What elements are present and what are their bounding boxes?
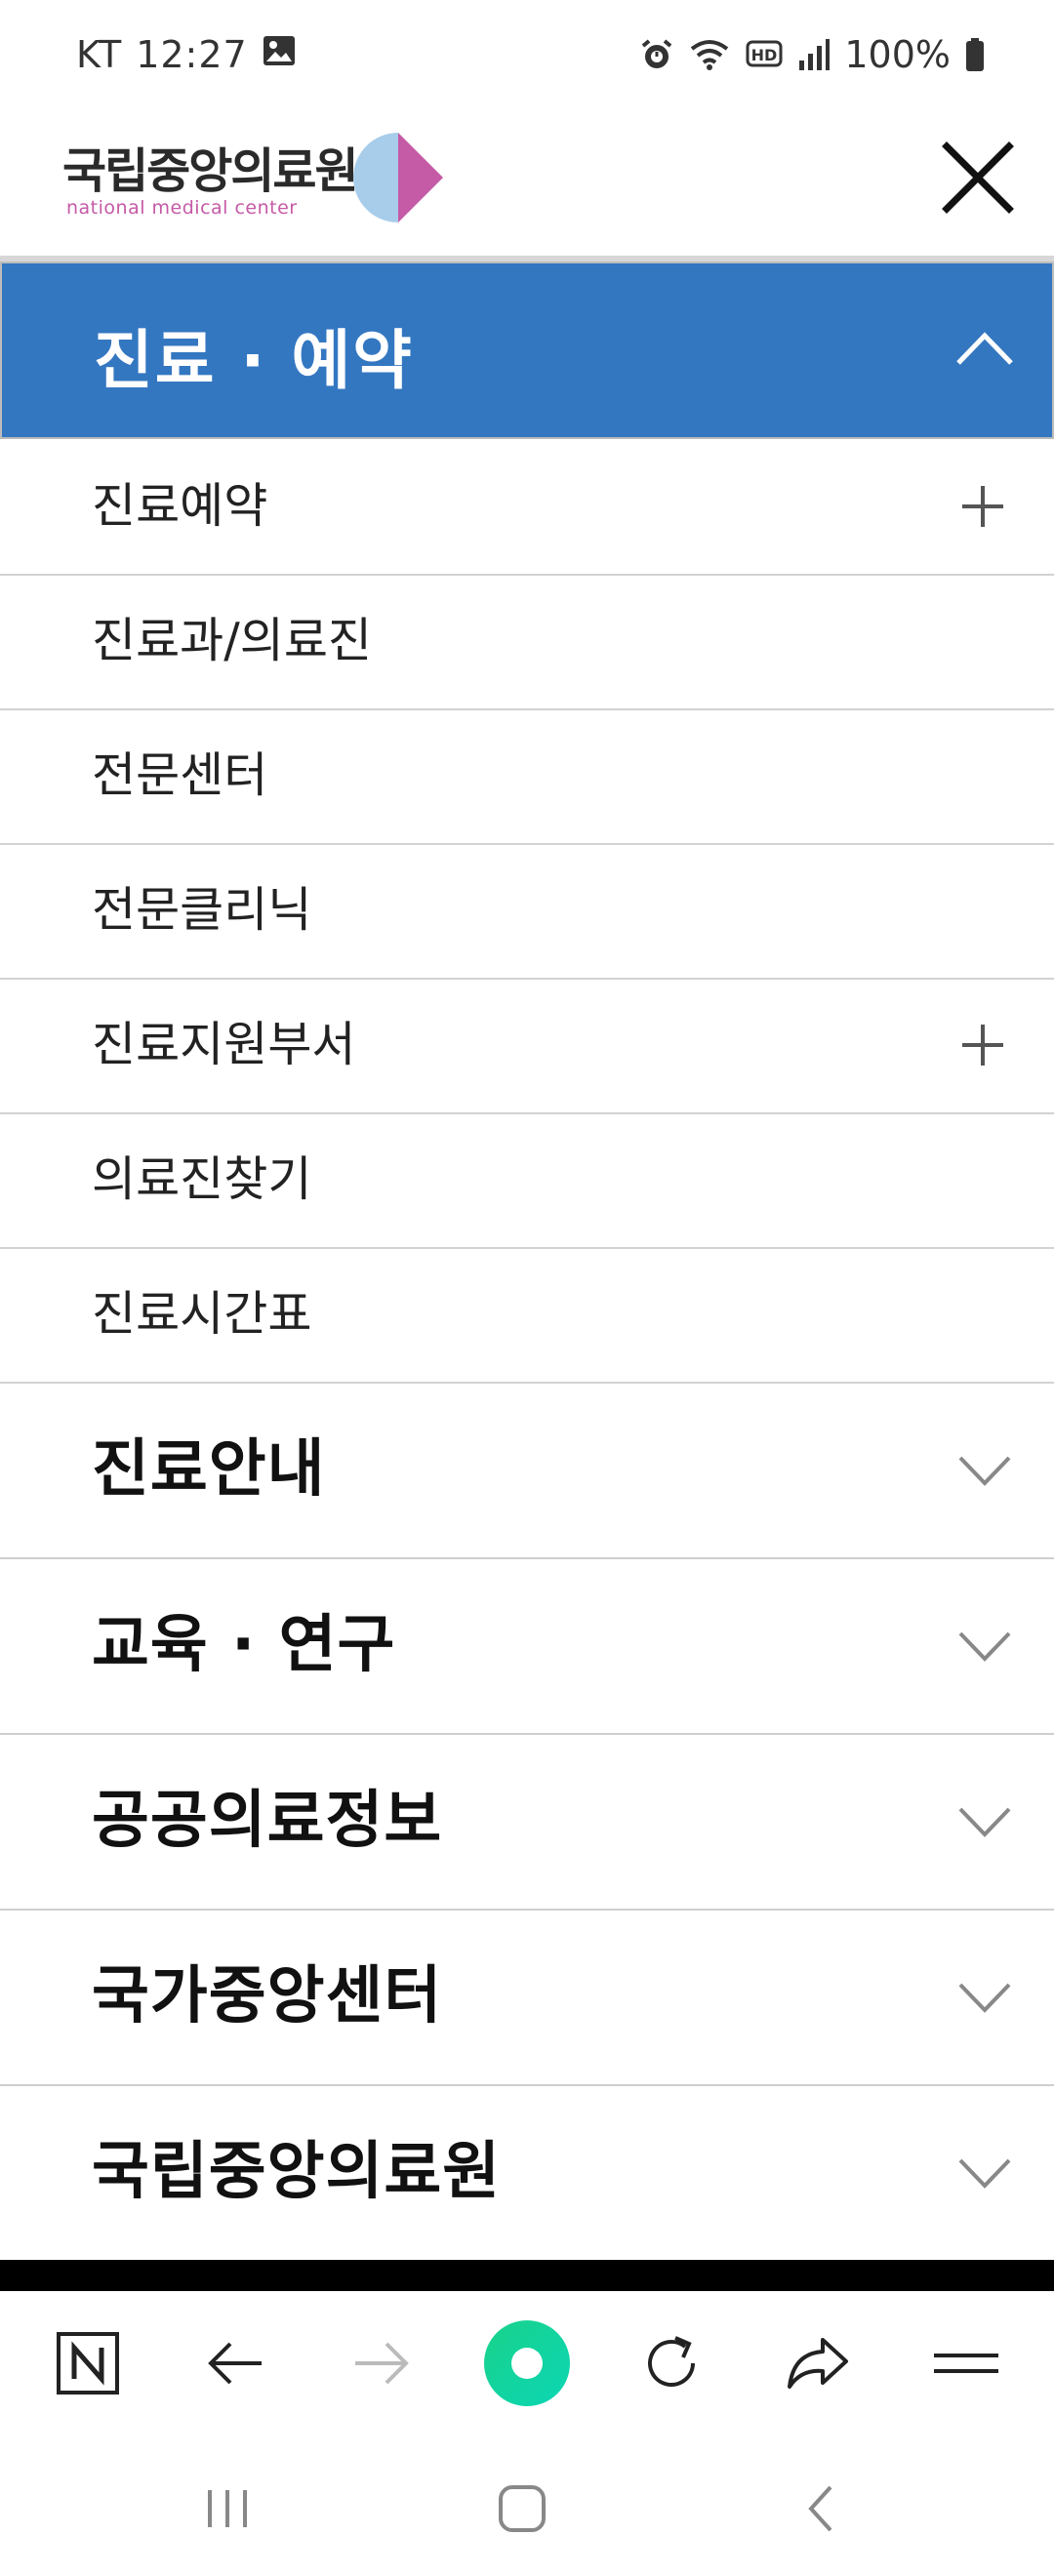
browser-toolbar xyxy=(0,2291,1054,2435)
carrier-label: KT xyxy=(76,33,123,76)
svg-text:HD: HD xyxy=(751,46,778,64)
chevron-down-icon xyxy=(958,1631,1011,1662)
refresh-button[interactable] xyxy=(634,2326,709,2400)
home-icon xyxy=(499,2485,546,2532)
submenu-list: 진료예약 진료과/의료진 전문센터 전문클리닉 진료지원부서 의료진찾기 진료시… xyxy=(0,441,1054,1384)
status-bar: KT 12:27 HD 100% xyxy=(0,0,1054,107)
section-label: 국가중앙센터 xyxy=(92,1960,443,2033)
page-bottom-band xyxy=(0,2260,1054,2291)
submenu-item-centers[interactable]: 전문센터 xyxy=(0,710,1054,845)
header: 국립중앙의료원 national medical center xyxy=(0,107,1054,262)
submenu-item-find-doctor[interactable]: 의료진찾기 xyxy=(0,1114,1054,1249)
close-icon xyxy=(942,141,1014,214)
submenu-item-clinics[interactable]: 전문클리닉 xyxy=(0,845,1054,980)
section-label: 교육 · 연구 xyxy=(92,1609,396,1681)
share-button[interactable] xyxy=(781,2326,855,2400)
section-list: 진료안내 교육 · 연구 공공의료정보 국가중앙센터 국립중앙의료원 xyxy=(0,1384,1054,2262)
submenu-item-label: 전문센터 xyxy=(92,747,268,803)
back-arrow-icon xyxy=(208,2342,262,2385)
submenu-item-label: 의료진찾기 xyxy=(92,1151,312,1207)
time-label: 12:27 xyxy=(136,33,248,76)
recent-apps-button[interactable] xyxy=(193,2475,262,2543)
section-label: 국립중앙의료원 xyxy=(92,2136,502,2208)
status-right: HD 100% xyxy=(639,33,986,76)
wifi-icon xyxy=(688,37,731,72)
forward-button[interactable] xyxy=(344,2326,418,2400)
submenu-item-label: 진료과/의료진 xyxy=(92,613,372,668)
section-national-centers[interactable]: 국가중앙센터 xyxy=(0,1911,1054,2086)
section-label: 공공의료정보 xyxy=(92,1785,443,1857)
submenu-item-label: 전문클리닉 xyxy=(92,882,312,938)
section-care-guide[interactable]: 진료안내 xyxy=(0,1384,1054,1559)
submenu-item-reservation[interactable]: 진료예약 xyxy=(0,441,1054,576)
section-about[interactable]: 국립중앙의료원 xyxy=(0,2086,1054,2262)
naver-home-button[interactable] xyxy=(51,2326,125,2400)
plus-icon[interactable] xyxy=(958,482,1007,531)
section-header-active[interactable]: 진료 · 예약 xyxy=(0,262,1054,439)
plus-icon[interactable] xyxy=(958,1021,1007,1069)
status-left: KT 12:27 xyxy=(76,33,297,76)
system-back-button[interactable] xyxy=(787,2475,855,2543)
submenu-item-support-depts[interactable]: 진료지원부서 xyxy=(0,980,1054,1114)
recent-apps-icon xyxy=(208,2490,247,2527)
gallery-icon xyxy=(262,33,297,76)
submenu-item-label: 진료시간표 xyxy=(92,1286,312,1342)
home-button[interactable] xyxy=(488,2475,556,2543)
section-public-medical-info[interactable]: 공공의료정보 xyxy=(0,1735,1054,1911)
chevron-down-icon xyxy=(958,2158,1011,2189)
chevron-down-icon xyxy=(958,1456,1011,1486)
submenu-item-label: 진료지원부서 xyxy=(92,1017,356,1072)
back-button[interactable] xyxy=(199,2326,273,2400)
share-icon xyxy=(788,2338,848,2389)
green-dot-icon xyxy=(484,2320,570,2406)
logo-mark-icon xyxy=(353,133,443,222)
alarm-icon xyxy=(639,37,674,72)
system-navigation-bar xyxy=(0,2435,1054,2576)
submenu-item-departments[interactable]: 진료과/의료진 xyxy=(0,576,1054,710)
chevron-left-icon xyxy=(808,2485,832,2532)
forward-arrow-icon xyxy=(355,2342,409,2385)
close-button[interactable] xyxy=(937,137,1019,219)
logo-text-english: national medical center xyxy=(66,197,298,219)
submenu-item-label: 진료예약 xyxy=(92,478,268,534)
naver-home-icon xyxy=(57,2332,119,2395)
chevron-down-icon xyxy=(958,1807,1011,1837)
refresh-icon xyxy=(648,2336,695,2387)
section-label: 진료안내 xyxy=(92,1433,326,1506)
chevron-down-icon xyxy=(958,1983,1011,2013)
menu-icon xyxy=(934,2354,998,2373)
signal-icon xyxy=(797,37,831,72)
battery-label: 100% xyxy=(844,33,951,76)
submenu-item-schedule[interactable]: 진료시간표 xyxy=(0,1249,1054,1384)
logo[interactable]: 국립중앙의료원 national medical center xyxy=(62,121,453,222)
green-action-button[interactable] xyxy=(482,2318,572,2408)
logo-text-korean: 국립중앙의료원 xyxy=(62,143,359,199)
section-active-label: 진료 · 예약 xyxy=(94,323,414,398)
menu-button[interactable] xyxy=(929,2326,1003,2400)
hd-icon: HD xyxy=(745,37,784,72)
section-education-research[interactable]: 교육 · 연구 xyxy=(0,1559,1054,1735)
battery-icon xyxy=(964,37,986,72)
chevron-up-icon xyxy=(956,332,1013,365)
